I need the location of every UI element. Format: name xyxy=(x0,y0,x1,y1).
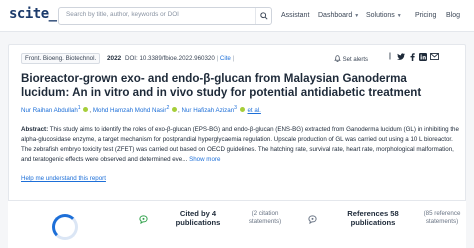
doi-separator: | xyxy=(216,55,219,62)
chevron-down-icon: ▼ xyxy=(396,13,402,19)
author-link[interactable]: Nur Raihan Abdullah xyxy=(21,107,78,114)
nav-solutions-label: Solutions xyxy=(366,12,395,19)
nav-blog[interactable]: Blog xyxy=(446,12,460,19)
author-affiliation-number: 1 xyxy=(77,105,81,111)
email-icon[interactable] xyxy=(430,53,439,62)
search-button[interactable] xyxy=(255,8,271,24)
nav-assistant[interactable]: Assistant xyxy=(281,12,309,19)
help-understand-link[interactable]: Help me understand this report xyxy=(21,175,106,182)
separator-icon: | xyxy=(389,53,391,60)
loading-spinner xyxy=(52,214,78,240)
author-separator: , xyxy=(178,107,180,115)
speech-bubble-icon xyxy=(139,215,148,224)
set-alerts-button[interactable]: Set alerts xyxy=(334,55,368,63)
author-link[interactable]: Nur Hafizah Azizan xyxy=(182,107,235,114)
abstract-label: Abstract: xyxy=(21,126,49,133)
orcid-icon[interactable] xyxy=(172,106,178,112)
author-affiliation-number: 2 xyxy=(166,105,170,111)
search-icon xyxy=(259,12,268,20)
doi-label[interactable]: DOI: 10.3389/fbioe.2022.960320 xyxy=(125,55,215,62)
references-count[interactable]: References 58 publications xyxy=(330,209,416,227)
chevron-down-icon: ▼ xyxy=(354,13,360,19)
publication-year: 2022 xyxy=(107,55,122,62)
paper-title: Bioreactor-grown exo- and endo-β-glucan … xyxy=(21,72,422,99)
et-al-link[interactable]: et al. xyxy=(247,107,260,114)
show-more-link[interactable]: Show more xyxy=(189,156,220,163)
scite-logo[interactable]: scite_ xyxy=(9,6,57,22)
bell-icon xyxy=(334,55,341,62)
nav-pricing[interactable]: Pricing xyxy=(415,12,436,19)
orcid-icon[interactable] xyxy=(83,106,89,112)
doi-separator: | xyxy=(232,55,235,62)
cite-link[interactable]: Cite xyxy=(220,55,231,62)
orcid-icon[interactable] xyxy=(239,106,245,112)
author-list: Nur Raihan Abdullah1 , Mohd Hamzah Mohd … xyxy=(21,105,261,114)
doi-row: DOI: 10.3389/fbioe.2022.960320 | Cite | xyxy=(125,55,234,62)
nav-dashboard[interactable]: Dashboard ▼ xyxy=(318,12,359,19)
nav-solutions[interactable]: Solutions ▼ xyxy=(366,12,402,19)
citation-statements-count[interactable]: (2 citation statements) xyxy=(240,210,290,226)
journal-badge[interactable]: Front. Bioeng. Biotechnol. xyxy=(21,53,101,64)
nav-dashboard-label: Dashboard xyxy=(318,12,353,19)
speech-bubble-icon xyxy=(308,215,317,224)
search-placeholder: Search by title, author, keywords or DOI xyxy=(66,11,179,18)
top-navigation-bar: scite_ Search by title, author, keywords… xyxy=(0,0,474,32)
twitter-icon[interactable] xyxy=(397,53,405,62)
facebook-icon[interactable] xyxy=(409,53,416,63)
abstract: Abstract: This study aims to identify th… xyxy=(21,125,459,165)
author-affiliation-number: 3 xyxy=(234,105,238,111)
paper-card: Front. Bioeng. Biotechnol. 2022 DOI: 10.… xyxy=(8,44,466,214)
set-alerts-label: Set alerts xyxy=(342,57,369,63)
search-input[interactable]: Search by title, author, keywords or DOI xyxy=(58,7,272,25)
abstract-text: This study aims to identify the roles of… xyxy=(21,126,459,163)
linkedin-icon[interactable] xyxy=(419,53,427,63)
author-link[interactable]: Mohd Hamzah Mohd Nasir xyxy=(93,107,167,114)
cited-by-count[interactable]: Cited by 4 publications xyxy=(163,209,233,227)
author-separator: , xyxy=(89,107,92,115)
reference-statements-count[interactable]: (85 reference statements) xyxy=(418,210,466,226)
